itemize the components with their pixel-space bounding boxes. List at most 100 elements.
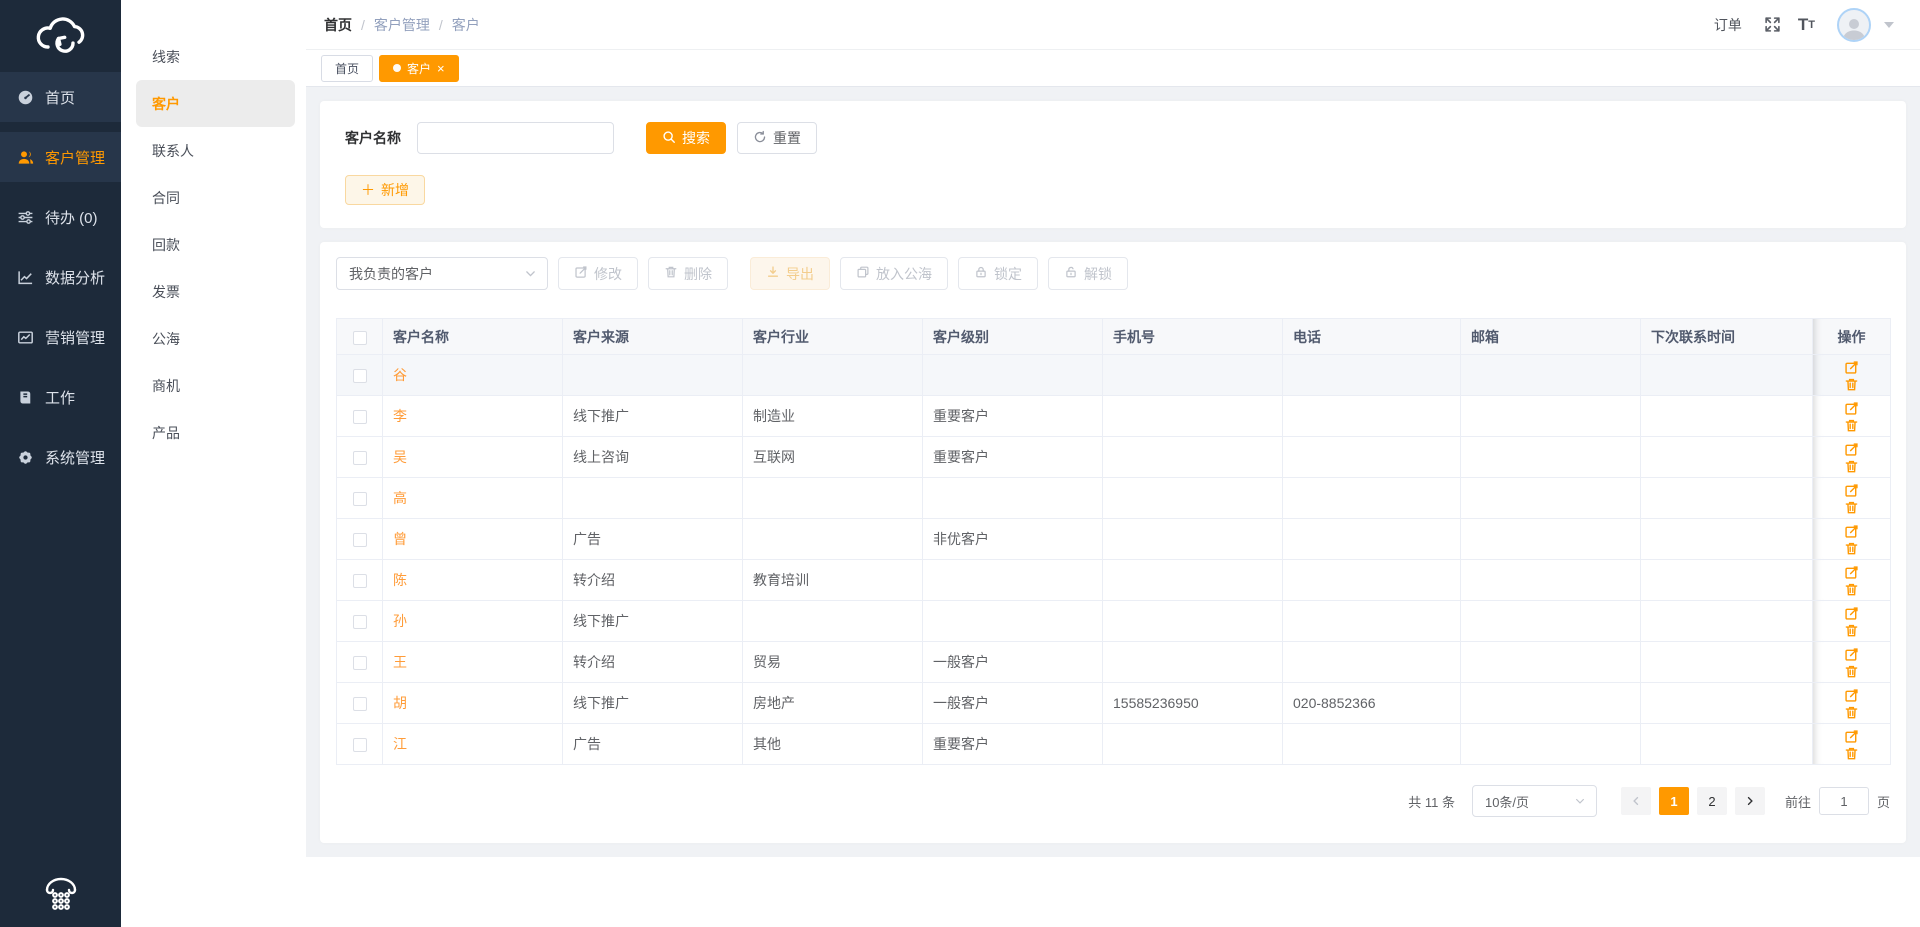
submenu-item-contracts[interactable]: 合同: [121, 174, 306, 221]
tab-customers[interactable]: 客户 ×: [379, 54, 459, 82]
cell-phone: [1282, 436, 1461, 478]
chevron-down-icon: [1574, 795, 1586, 807]
cell-industry: [742, 518, 923, 560]
customer-name-link[interactable]: 孙: [393, 613, 407, 629]
row-checkbox[interactable]: [352, 410, 367, 425]
submenu-item-products[interactable]: 产品: [121, 409, 306, 456]
goto-page-input[interactable]: [1818, 787, 1869, 815]
delete-icon[interactable]: [1844, 377, 1859, 392]
orders-link[interactable]: 订单: [1714, 15, 1742, 35]
content-area: 客户名称 搜索 重置 ＋ 新增 我负责的客户 修改 删除 导出 放入公海 锁定 …: [306, 87, 1920, 857]
search-button[interactable]: 搜索: [646, 122, 726, 154]
cell-mobile: [1102, 436, 1283, 478]
move-to-sea-button[interactable]: 放入公海: [840, 257, 948, 290]
edit-icon[interactable]: [1844, 729, 1859, 744]
avatar[interactable]: [1837, 7, 1871, 42]
cell-source: 转介绍: [562, 559, 743, 601]
delete-icon[interactable]: [1844, 541, 1859, 556]
edit-button[interactable]: 修改: [558, 257, 638, 290]
edit-icon[interactable]: [1844, 565, 1859, 580]
customer-name-link[interactable]: 胡: [393, 695, 407, 711]
delete-icon[interactable]: [1844, 623, 1859, 638]
delete-icon[interactable]: [1844, 459, 1859, 474]
row-checkbox[interactable]: [352, 533, 367, 548]
submenu-item-contacts[interactable]: 联系人: [121, 127, 306, 174]
edit-icon[interactable]: [1844, 360, 1859, 375]
row-checkbox[interactable]: [352, 697, 367, 712]
cell-email: [1460, 600, 1641, 642]
next-page-button[interactable]: [1734, 787, 1765, 815]
edit-icon[interactable]: [1844, 483, 1859, 498]
delete-icon[interactable]: [1844, 582, 1859, 597]
page-size-select[interactable]: 10条/页: [1471, 785, 1597, 817]
sidebar-item-customer-mgmt[interactable]: 客户管理: [0, 132, 121, 182]
row-checkbox[interactable]: [352, 656, 367, 671]
row-checkbox[interactable]: [352, 451, 367, 466]
sidebar-item-home[interactable]: 首页: [0, 72, 121, 122]
lock-button[interactable]: 锁定: [958, 257, 1038, 290]
prev-page-button[interactable]: [1620, 787, 1651, 815]
delete-icon[interactable]: [1844, 664, 1859, 679]
caret-down-icon[interactable]: [1884, 21, 1894, 28]
row-checkbox[interactable]: [352, 738, 367, 753]
sidebar-item-marketing-mgmt[interactable]: 营销管理: [0, 312, 121, 362]
row-checkbox[interactable]: [352, 369, 367, 384]
customer-name-input[interactable]: [417, 122, 614, 154]
scope-select[interactable]: 我负责的客户: [336, 257, 548, 290]
export-button[interactable]: 导出: [750, 257, 830, 290]
unlock-button[interactable]: 解锁: [1048, 257, 1128, 290]
edit-icon[interactable]: [1844, 401, 1859, 416]
select-all-checkbox[interactable]: [352, 330, 367, 345]
delete-icon[interactable]: [1844, 705, 1859, 720]
page-button-1[interactable]: 1: [1658, 787, 1689, 815]
edit-icon[interactable]: [1844, 647, 1859, 662]
customer-name-link[interactable]: 李: [393, 408, 407, 424]
delete-icon[interactable]: [1844, 500, 1859, 515]
cell-level: 重要客户: [922, 436, 1103, 478]
sidebar-item-todo[interactable]: 待办 (0): [0, 192, 121, 242]
column-header-source: 客户来源: [562, 318, 743, 355]
submenu-item-receivables[interactable]: 回款: [121, 221, 306, 268]
close-icon[interactable]: ×: [437, 62, 445, 75]
edit-icon[interactable]: [1844, 606, 1859, 621]
submenu-item-clues[interactable]: 线索: [121, 33, 306, 80]
submenu-item-invoices[interactable]: 发票: [121, 268, 306, 315]
page-button-2[interactable]: 2: [1696, 787, 1727, 815]
cell-level: 非优客户: [922, 518, 1103, 560]
customer-name-link[interactable]: 曾: [393, 531, 407, 547]
edit-icon[interactable]: [1844, 688, 1859, 703]
submenu-item-customers[interactable]: 客户: [136, 80, 295, 127]
customer-name-link[interactable]: 吴: [393, 449, 407, 465]
row-checkbox[interactable]: [352, 574, 367, 589]
submenu-item-opportunities[interactable]: 商机: [121, 362, 306, 409]
customer-name-link[interactable]: 谷: [393, 367, 407, 383]
edit-icon[interactable]: [1844, 524, 1859, 539]
row-checkbox[interactable]: [352, 615, 367, 630]
cell-mobile: [1102, 723, 1283, 765]
reset-button[interactable]: 重置: [737, 122, 817, 154]
sidebar-item-system-mgmt[interactable]: 系统管理: [0, 432, 121, 482]
customers-table: 客户名称 客户来源 客户行业 客户级别 手机号 电话 邮箱 下次联系时间 操作: [336, 318, 1891, 765]
breadcrumb-customers[interactable]: 客户: [452, 15, 480, 35]
tab-home[interactable]: 首页: [321, 54, 374, 82]
font-size-icon[interactable]: TT: [1798, 15, 1815, 35]
delete-icon[interactable]: [1844, 418, 1859, 433]
customer-name-link[interactable]: 高: [393, 490, 407, 506]
breadcrumb-home[interactable]: 首页: [324, 15, 352, 35]
add-button[interactable]: ＋ 新增: [345, 175, 425, 205]
telephone-icon[interactable]: [0, 875, 121, 911]
row-checkbox[interactable]: [352, 492, 367, 507]
sidebar-item-work[interactable]: 工作: [0, 372, 121, 422]
fullscreen-icon[interactable]: [1764, 16, 1781, 33]
customer-name-link[interactable]: 江: [393, 736, 407, 752]
breadcrumb-customer-mgmt[interactable]: 客户管理: [374, 15, 430, 35]
submenu-item-public-sea[interactable]: 公海: [121, 315, 306, 362]
customer-name-link[interactable]: 王: [393, 654, 407, 670]
search-icon: [662, 130, 676, 147]
sidebar-item-data-analysis[interactable]: 数据分析: [0, 252, 121, 302]
customer-name-link[interactable]: 陈: [393, 572, 407, 588]
delete-button[interactable]: 删除: [648, 257, 728, 290]
edit-icon[interactable]: [1844, 442, 1859, 457]
delete-icon[interactable]: [1844, 746, 1859, 761]
app-logo: [0, 0, 121, 72]
